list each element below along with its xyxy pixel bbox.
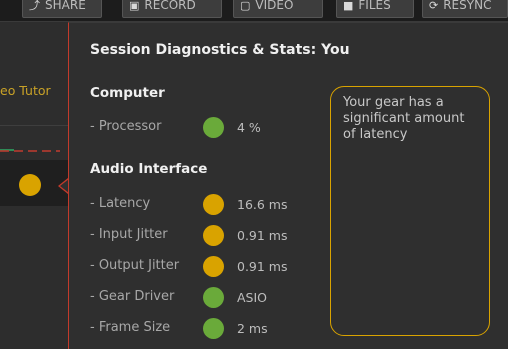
divider: [0, 125, 68, 126]
resync-icon: ⟳: [429, 0, 439, 12]
share-button[interactable]: ⤴ SHARE: [22, 0, 102, 18]
output-jitter-value: 0.91 ms: [237, 259, 288, 274]
input-jitter-status-dot: [203, 225, 224, 246]
input-jitter-value: 0.91 ms: [237, 228, 288, 243]
gear-driver-status-dot: [203, 287, 224, 308]
video-button[interactable]: ▢ VIDEO: [233, 0, 323, 18]
computer-section-heading: Computer: [90, 85, 165, 101]
processor-row: - Processor 4 %: [90, 116, 320, 140]
popup-title: Session Diagnostics & Stats: You: [90, 42, 350, 58]
frame-size-row: - Frame Size 2 ms: [90, 317, 320, 341]
gear-driver-row: - Gear Driver ASIO: [90, 286, 320, 310]
frame-size-status-dot: [203, 318, 224, 339]
audio-interface-section-heading: Audio Interface: [90, 161, 208, 177]
latency-label: - Latency: [90, 196, 151, 211]
input-jitter-row: - Input Jitter 0.91 ms: [90, 224, 320, 248]
status-indicator-dot[interactable]: [19, 174, 41, 196]
session-diagnostics-popup: Session Diagnostics & Stats: You Compute…: [68, 22, 508, 349]
gear-driver-label: - Gear Driver: [90, 289, 175, 304]
output-jitter-label: - Output Jitter: [90, 258, 180, 273]
top-toolbar: ⤴ SHARE ▣ RECORD ▢ VIDEO ■ FILES ⟳ RESYNC: [0, 0, 508, 22]
record-button[interactable]: ▣ RECORD: [122, 0, 222, 18]
frame-size-value: 2 ms: [237, 321, 268, 336]
latency-value: 16.6 ms: [237, 197, 288, 212]
input-jitter-label: - Input Jitter: [90, 227, 168, 242]
latency-warning-note: Your gear has a significant amount of la…: [330, 86, 490, 336]
video-tutorial-tab[interactable]: eo Tutor: [0, 78, 68, 104]
processor-status-dot: [203, 117, 224, 138]
output-jitter-status-dot: [203, 256, 224, 277]
share-icon: ⤴: [29, 0, 40, 12]
record-icon: ▣: [129, 0, 140, 12]
latency-row: - Latency 16.6 ms: [90, 193, 320, 217]
gear-driver-value: ASIO: [237, 290, 268, 305]
processor-label: - Processor: [90, 119, 162, 134]
processor-value: 4 %: [237, 120, 261, 135]
latency-status-dot: [203, 194, 224, 215]
dashed-level-line: [0, 150, 60, 152]
video-icon: ▢: [240, 0, 251, 12]
files-icon: ■: [343, 0, 354, 12]
resync-button[interactable]: ⟳ RESYNC: [422, 0, 508, 18]
output-jitter-row: - Output Jitter 0.91 ms: [90, 255, 320, 279]
files-button[interactable]: ■ FILES: [336, 0, 414, 18]
frame-size-label: - Frame Size: [90, 320, 171, 335]
